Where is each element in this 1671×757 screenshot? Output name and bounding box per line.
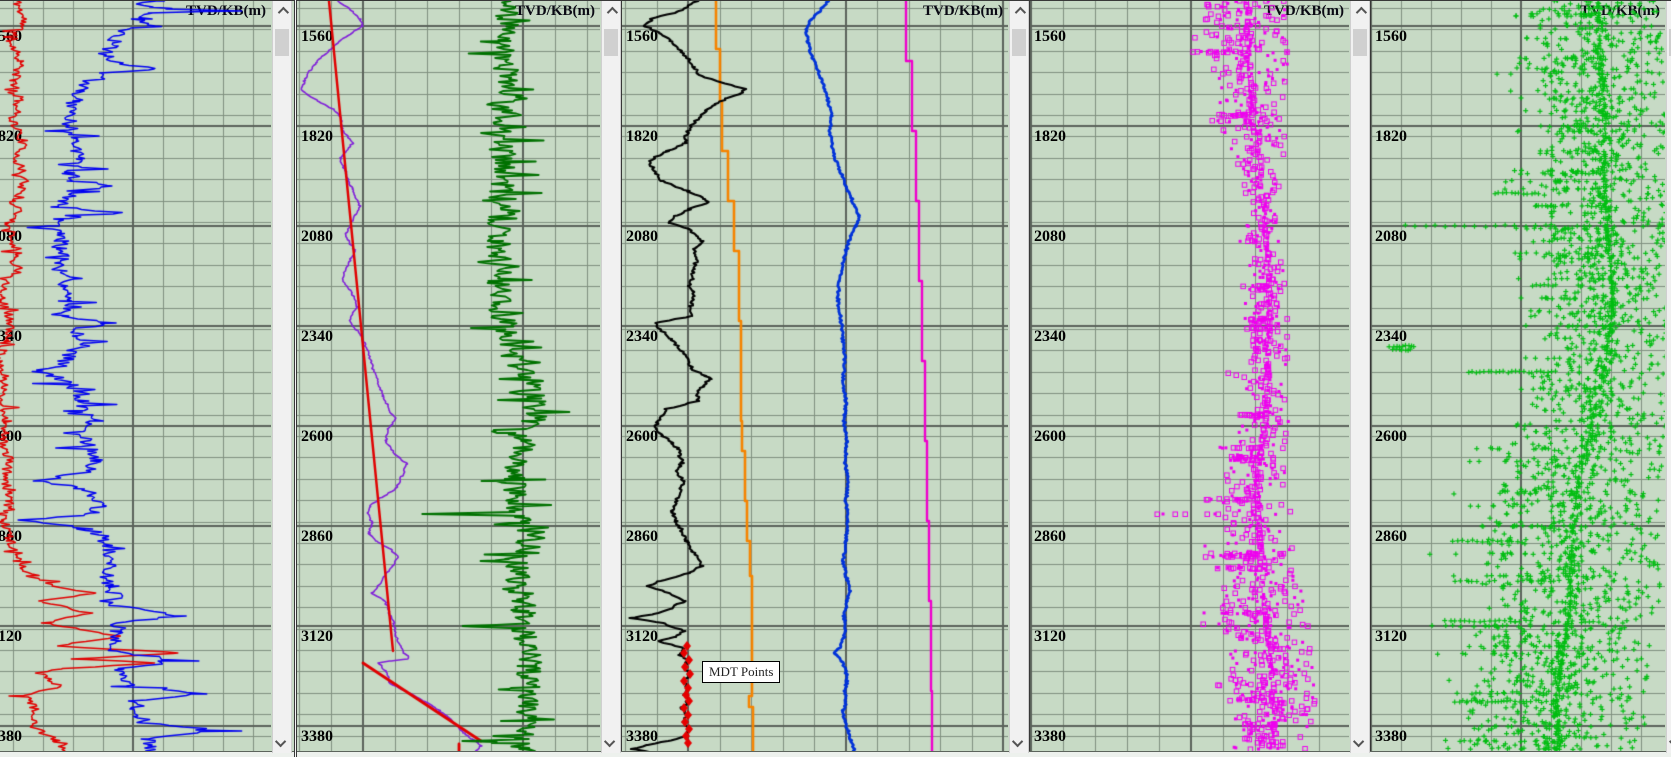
log-track-panel-5: 15601820208023402600286031203380TVD/KB(m…	[1370, 0, 1671, 757]
track-2-plot-area: 15601820208023402600286031203380TVD/KB(m…	[297, 1, 600, 751]
chevron-up-icon	[1015, 7, 1026, 18]
chevron-up-icon	[1356, 7, 1367, 18]
log-track-panel-4: 15601820208023402600286031203380TVD/KB(m…	[1029, 0, 1372, 757]
track-3-curves-canvas[interactable]	[622, 1, 1008, 751]
scroll-down-button[interactable]	[1351, 735, 1369, 751]
scrollbar-thumb[interactable]	[604, 29, 618, 56]
track-1-curves-canvas[interactable]	[0, 1, 271, 751]
scroll-up-button[interactable]	[602, 3, 620, 19]
track-3-vertical-scrollbar[interactable]	[1009, 1, 1029, 753]
panel-bottom-strip	[1030, 751, 1371, 757]
scroll-up-button[interactable]	[1351, 3, 1369, 19]
scroll-up-button[interactable]	[1010, 3, 1028, 19]
track-1-vertical-scrollbar[interactable]	[272, 1, 292, 753]
scrollbar-thumb[interactable]	[275, 29, 289, 56]
track-2-curves-canvas[interactable]	[297, 1, 600, 751]
panel-bottom-strip	[622, 751, 1030, 757]
well-log-viewer: MDT Points 15601820208023402600286031203…	[0, 0, 1671, 757]
scrollbar-thumb[interactable]	[1012, 29, 1026, 56]
panel-bottom-strip	[1371, 751, 1671, 757]
track-5-plot-area: 15601820208023402600286031203380TVD/KB(m…	[1371, 1, 1665, 751]
scroll-up-button[interactable]	[273, 3, 291, 19]
chevron-up-icon	[278, 7, 289, 18]
panel-bottom-strip	[297, 751, 622, 757]
track-1-plot-area: 15601820208023402600286031203380TVD/KB(m…	[0, 1, 271, 751]
scrollbar-thumb[interactable]	[1353, 29, 1367, 56]
track-4-plot-area: 15601820208023402600286031203380TVD/KB(m…	[1030, 1, 1349, 751]
chevron-down-icon	[604, 736, 615, 747]
chevron-down-icon	[1353, 736, 1364, 747]
chevron-up-icon	[607, 7, 618, 18]
log-track-panel-3: 15601820208023402600286031203380TVD/KB(m…	[621, 0, 1031, 757]
log-track-panel-1: 15601820208023402600286031203380TVD/KB(m…	[0, 0, 295, 757]
chevron-down-icon	[275, 736, 286, 747]
track-5-curves-canvas[interactable]	[1371, 1, 1665, 751]
mdt-points-tooltip: MDT Points	[702, 661, 780, 683]
track-2-vertical-scrollbar[interactable]	[601, 1, 621, 753]
track-4-curves-canvas[interactable]	[1030, 1, 1349, 751]
scroll-down-button[interactable]	[273, 735, 291, 751]
scroll-down-button[interactable]	[602, 735, 620, 751]
track-5-vertical-scrollbar[interactable]	[1666, 1, 1671, 753]
scroll-up-button[interactable]	[1667, 3, 1671, 19]
scroll-down-button[interactable]	[1010, 735, 1028, 751]
panel-bottom-strip	[0, 751, 294, 757]
track-4-vertical-scrollbar[interactable]	[1350, 1, 1370, 753]
chevron-down-icon	[1012, 736, 1023, 747]
log-track-panel-2: 15601820208023402600286031203380TVD/KB(m…	[296, 0, 623, 757]
scroll-down-button[interactable]	[1667, 735, 1671, 751]
track-3-plot-area: 15601820208023402600286031203380TVD/KB(m…	[622, 1, 1008, 751]
